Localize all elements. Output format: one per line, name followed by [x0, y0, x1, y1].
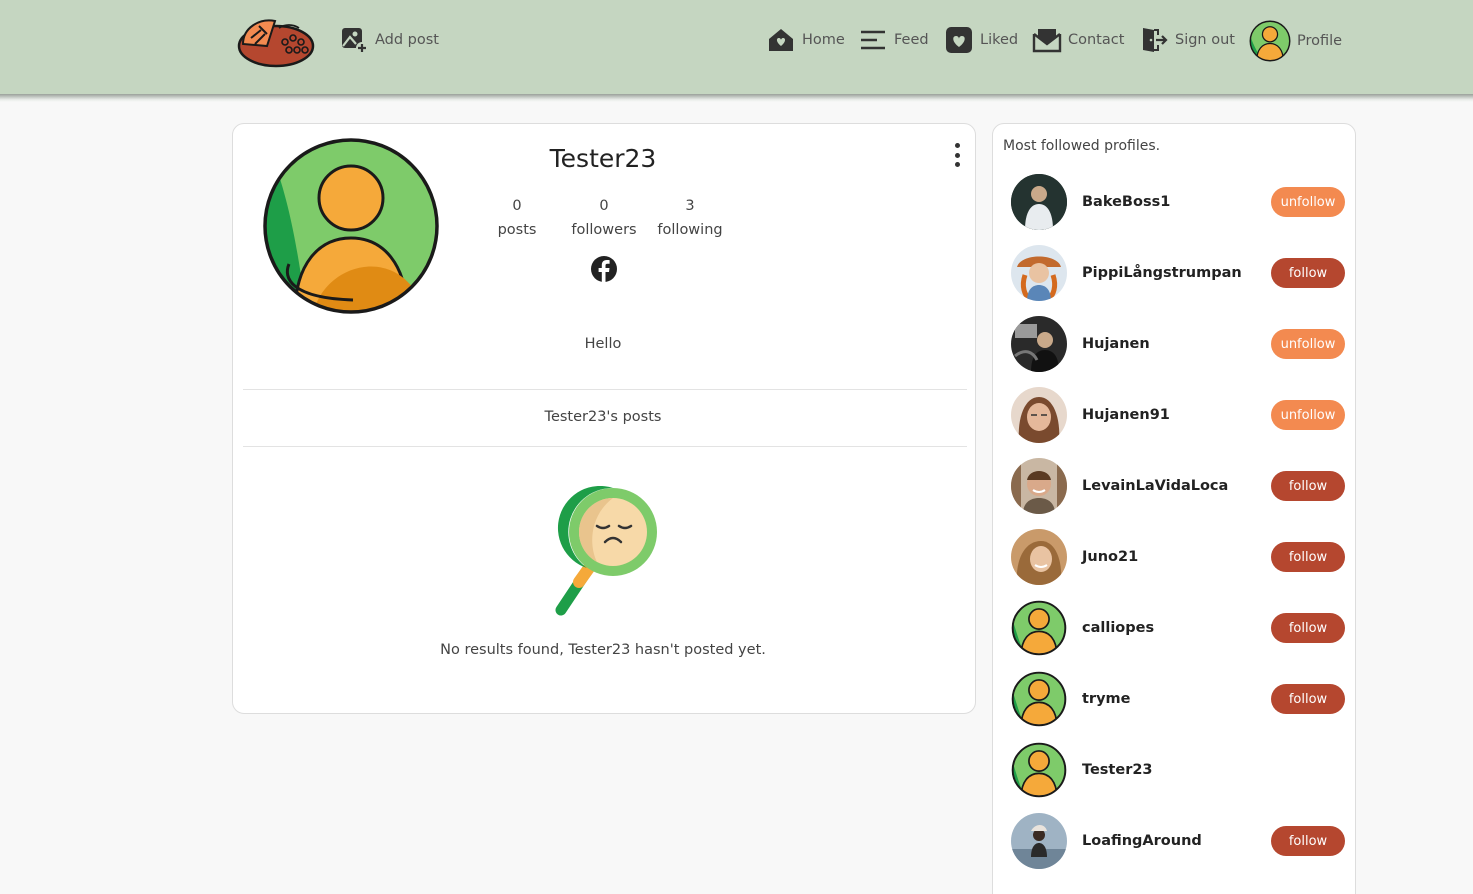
- add-image-icon: [339, 25, 369, 55]
- unfollow-button[interactable]: unfollow: [1271, 329, 1345, 359]
- posts-count: 0: [512, 198, 522, 214]
- most-followed-sidebar: Most followed profiles. BakeBoss1 unfoll…: [992, 123, 1356, 894]
- profile-card: Tester23 0 posts 0 followers 3 following…: [232, 123, 976, 714]
- unfollow-button[interactable]: unfollow: [1271, 187, 1345, 217]
- nav-liked[interactable]: Liked: [944, 22, 1018, 58]
- nav-add-post-label: Add post: [375, 32, 439, 48]
- home-heart-icon: [766, 25, 796, 55]
- nav-profile-label: Profile: [1297, 33, 1343, 49]
- profile-avatar[interactable]: [1011, 671, 1067, 727]
- profile-row: LevainLaVidaLoca follow: [1011, 458, 1345, 514]
- profile-row: Tester23: [1011, 742, 1345, 798]
- envelope-icon: [1032, 25, 1062, 55]
- profile-bio: Hello: [584, 336, 622, 352]
- nav-home-label: Home: [802, 32, 845, 48]
- posts-heading: Tester23's posts: [544, 409, 662, 425]
- bread-logo-icon[interactable]: [237, 16, 315, 68]
- nav-add-post[interactable]: Add post: [339, 22, 439, 58]
- kebab-dot: [954, 162, 960, 167]
- follow-button[interactable]: follow: [1271, 542, 1345, 572]
- profile-username: Tester23: [549, 144, 657, 173]
- profile-row: LoafingAround follow: [1011, 813, 1345, 869]
- follow-button[interactable]: follow: [1271, 826, 1345, 856]
- profile-row: calliopes follow: [1011, 600, 1345, 656]
- nav-sign-out-label: Sign out: [1175, 32, 1235, 48]
- nav-contact[interactable]: Contact: [1032, 22, 1124, 58]
- profile-avatar[interactable]: [1011, 387, 1067, 443]
- followers-stat: 0 followers: [559, 194, 649, 242]
- profile-avatar[interactable]: [1011, 813, 1067, 869]
- unfollow-button[interactable]: unfollow: [1271, 400, 1345, 430]
- facebook-icon[interactable]: [590, 255, 618, 283]
- nav-profile[interactable]: Profile: [1249, 20, 1342, 62]
- profile-name[interactable]: Hujanen91: [1082, 407, 1170, 423]
- profile-avatar[interactable]: [1011, 600, 1067, 656]
- no-results-message: No results found, Tester23 hasn't posted…: [440, 642, 766, 658]
- nav-home[interactable]: Home: [766, 22, 845, 58]
- profile-name[interactable]: BakeBoss1: [1082, 194, 1170, 210]
- profile-name[interactable]: PippiLångstrumpan: [1082, 265, 1242, 281]
- profile-avatar: [263, 138, 439, 314]
- posts-label: posts: [497, 222, 537, 238]
- following-count: 3: [685, 198, 695, 214]
- kebab-dot: [954, 152, 960, 158]
- feed-lines-icon: [858, 25, 888, 55]
- nav-feed-label: Feed: [894, 32, 929, 48]
- no-results-magnifier-icon: [555, 486, 657, 616]
- profile-row: Hujanen unfollow: [1011, 316, 1345, 372]
- navbar: Add post Home Feed Liked Contact Sign ou…: [0, 0, 1473, 94]
- profile-row: PippiLångstrumpan follow: [1011, 245, 1345, 301]
- nav-sign-out[interactable]: Sign out: [1139, 22, 1235, 58]
- profile-row: Juno21 follow: [1011, 529, 1345, 585]
- profile-name[interactable]: LoafingAround: [1082, 833, 1202, 849]
- followers-count: 0: [599, 198, 609, 214]
- follow-button[interactable]: follow: [1271, 613, 1345, 643]
- profile-avatar[interactable]: [1011, 245, 1067, 301]
- heart-icon: [944, 25, 974, 55]
- divider: [243, 446, 967, 447]
- profile-avatar[interactable]: [1011, 529, 1067, 585]
- profile-name[interactable]: LevainLaVidaLoca: [1082, 478, 1228, 494]
- nav-feed[interactable]: Feed: [858, 22, 929, 58]
- profile-name[interactable]: Juno21: [1082, 549, 1138, 565]
- profile-row: tryme follow: [1011, 671, 1345, 727]
- divider: [243, 389, 967, 390]
- profile-avatar[interactable]: [1011, 742, 1067, 798]
- profile-name[interactable]: tryme: [1082, 691, 1130, 707]
- followers-label: followers: [571, 222, 637, 238]
- follow-button[interactable]: follow: [1271, 258, 1345, 288]
- profile-name[interactable]: Hujanen: [1082, 336, 1150, 352]
- profile-row: BakeBoss1 unfollow: [1011, 174, 1345, 230]
- profile-name[interactable]: calliopes: [1082, 620, 1154, 636]
- nav-contact-label: Contact: [1068, 32, 1125, 48]
- navbar-shadow: [0, 94, 1473, 102]
- profile-avatar[interactable]: [1011, 174, 1067, 230]
- following-label: following: [657, 222, 723, 238]
- profile-options-menu[interactable]: [949, 141, 965, 169]
- profile-row: Hujanen91 unfollow: [1011, 387, 1345, 443]
- sidebar-title: Most followed profiles.: [1003, 138, 1161, 154]
- follow-button[interactable]: follow: [1271, 684, 1345, 714]
- posts-stat: 0 posts: [472, 194, 562, 242]
- kebab-dot: [954, 143, 960, 148]
- following-stat: 3 following: [645, 194, 735, 242]
- profile-name[interactable]: Tester23: [1082, 762, 1153, 778]
- profile-avatar[interactable]: [1011, 316, 1067, 372]
- nav-avatar: [1249, 20, 1291, 62]
- nav-liked-label: Liked: [980, 32, 1019, 48]
- sign-out-icon: [1139, 25, 1169, 55]
- profile-avatar[interactable]: [1011, 458, 1067, 514]
- follow-button[interactable]: follow: [1271, 471, 1345, 501]
